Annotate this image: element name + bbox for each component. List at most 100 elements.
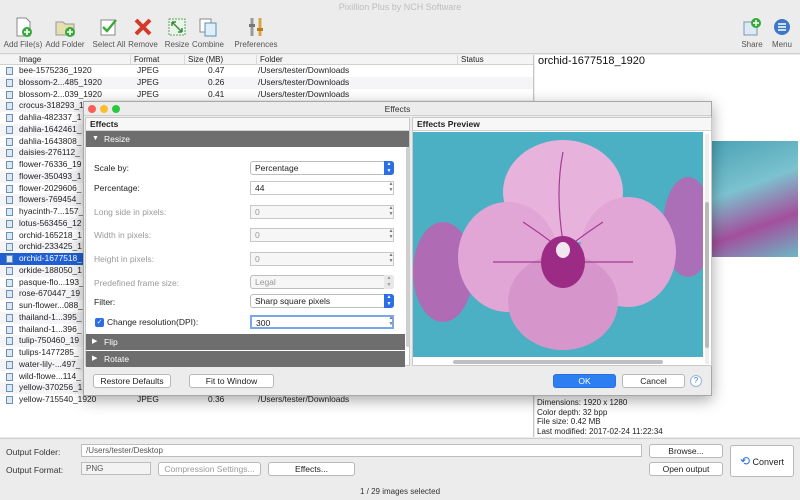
height-stepper[interactable]: ▲ ▼: [387, 252, 395, 266]
image-color-depth: Color depth: 32 bpp: [537, 407, 608, 417]
browse-button[interactable]: Browse...: [649, 444, 723, 458]
image-file-icon: [6, 325, 13, 334]
convert-icon: ⟲: [739, 454, 751, 468]
effects-dialog: Effects Effects ▼ Resize Scale by: Perce…: [83, 101, 712, 396]
long-side-input[interactable]: 0: [250, 205, 394, 219]
fit-to-window-button[interactable]: Fit to Window: [189, 374, 274, 388]
effects-header: Effects: [86, 118, 409, 131]
menu-button[interactable]: Menu: [764, 14, 800, 49]
dialog-titlebar: Effects: [84, 102, 711, 116]
preview-vertical-scrollbar[interactable]: [705, 134, 709, 364]
output-format-select[interactable]: PNG: [81, 462, 151, 475]
image-file-icon: [6, 196, 13, 205]
image-file-icon: [6, 172, 13, 181]
image-file-icon: [6, 231, 13, 240]
height-input[interactable]: 0: [250, 252, 394, 266]
status-bar: 1 / 29 images selected: [359, 487, 441, 496]
filter-select[interactable]: Sharp square pixels ▲ ▼: [250, 294, 394, 308]
output-folder-input[interactable]: /Users/tester/Desktop: [81, 444, 642, 457]
percentage-stepper[interactable]: ▲ ▼: [387, 181, 395, 195]
effects-scrollbar[interactable]: [406, 147, 410, 365]
image-file-icon: [6, 125, 13, 134]
section-flip[interactable]: ▶ Flip: [86, 334, 405, 350]
dialog-title: Effects: [384, 104, 411, 114]
preview-thumbnail: [710, 141, 798, 257]
preferences-button[interactable]: Preferences: [233, 14, 279, 49]
column-format[interactable]: Format: [130, 55, 159, 65]
filter-value: Sharp square pixels: [255, 296, 331, 306]
resolution-stepper[interactable]: ▲ ▼: [387, 315, 395, 329]
effects-button[interactable]: Effects...: [268, 462, 355, 476]
width-stepper[interactable]: ▲ ▼: [387, 228, 395, 242]
convert-button[interactable]: ⟲ Convert: [730, 445, 794, 477]
combine-button[interactable]: Combine: [185, 14, 231, 49]
open-output-button[interactable]: Open output: [649, 462, 723, 476]
cell-name: crocus-318293_1: [19, 100, 84, 111]
close-window-icon[interactable]: [88, 105, 96, 113]
image-file-icon: [6, 219, 13, 228]
long-side-label: Long side in pixels:: [94, 207, 167, 217]
width-input[interactable]: 0: [250, 228, 394, 242]
section-rotate[interactable]: ▶ Rotate: [86, 351, 405, 367]
toolbar: Add File(s) Add Folder Select All Remove…: [0, 14, 800, 54]
table-row[interactable]: bee-1575236_1920 JPEG 0.47/Users/tester/Do…: [0, 65, 533, 77]
width-label: Width in pixels:: [94, 230, 152, 240]
app-window: Pixillion Plus by NCH Software Add File(…: [0, 0, 800, 500]
scrollbar-thumb[interactable]: [705, 202, 709, 348]
restore-defaults-button[interactable]: Restore Defaults: [93, 374, 171, 388]
cancel-button[interactable]: Cancel: [622, 374, 685, 388]
column-size[interactable]: Size (MB): [184, 55, 223, 65]
cell-name: flower-76336_19: [19, 159, 82, 169]
preview-horizontal-scrollbar[interactable]: [453, 360, 663, 364]
long-side-stepper[interactable]: ▲ ▼: [387, 205, 395, 219]
section-resize[interactable]: ▼ Resize: [86, 131, 409, 147]
cell-name: bee-1575236_1920: [19, 65, 92, 75]
cell-name: sun-flower...088_: [19, 300, 83, 310]
dropdown-arrow-icon: ▲ ▼: [384, 275, 394, 289]
cell-name: orchid-1677518_: [19, 253, 82, 263]
scale-by-select[interactable]: Percentage ▲ ▼: [250, 161, 394, 175]
compression-settings-button[interactable]: Compression Settings...: [158, 462, 261, 476]
minimize-window-icon[interactable]: [100, 105, 108, 113]
resolution-input[interactable]: 300: [250, 315, 394, 329]
image-file-icon: [6, 313, 13, 322]
table-row[interactable]: blossom-2...039_1920 JPEG 0.41/Users/teste…: [0, 89, 533, 101]
cell-folder: /Users/tester/Downloads: [258, 65, 350, 75]
preview-image: [413, 132, 703, 357]
preferences-label: Preferences: [234, 40, 278, 49]
cell-size: 0.47: [208, 65, 225, 75]
image-file-icon: [6, 161, 13, 169]
change-resolution-label: Change resolution(DPI):: [107, 317, 199, 327]
frame-size-select[interactable]: Legal ▲ ▼: [250, 275, 394, 289]
file-list-header: Image Format Size (MB) Folder Status: [0, 55, 533, 65]
cell-name: flowers-769454_: [19, 194, 81, 205]
image-last-modified: Last modified: 2017-02-24 11:22:34: [537, 427, 663, 437]
cell-name: dahlia-1643808_: [19, 135, 82, 146]
change-resolution-checkbox[interactable]: ✓: [95, 318, 104, 327]
image-file-icon: [6, 114, 13, 122]
column-image[interactable]: Image: [16, 55, 41, 65]
ok-button[interactable]: OK: [553, 374, 616, 388]
image-file-icon: [6, 149, 13, 158]
image-details: Dimensions: 1920 x 1280 Color depth: 32 …: [537, 398, 663, 437]
collapse-arrow-icon: ▼: [92, 135, 99, 142]
image-file-icon: [6, 337, 13, 346]
add-folder-button[interactable]: Add Folder: [42, 14, 88, 49]
add-files-button[interactable]: Add File(s): [0, 14, 46, 49]
column-status[interactable]: Status: [457, 55, 484, 65]
menu-icon: [774, 19, 790, 35]
add-folder-label: Add Folder: [45, 40, 85, 49]
help-icon[interactable]: ?: [690, 375, 702, 387]
dropdown-arrow-icon: ▲ ▼: [384, 161, 394, 175]
cell-name: thailand-1...396_: [19, 323, 82, 334]
cell-size: 0.26: [208, 76, 225, 87]
section-rotate-label: Rotate: [104, 354, 130, 364]
output-folder-label: Output Folder:: [6, 447, 61, 457]
percentage-input[interactable]: 44: [250, 181, 394, 195]
column-folder[interactable]: Folder: [256, 55, 283, 65]
zoom-window-icon[interactable]: [112, 105, 120, 113]
cell-name: lotus-563456_12: [19, 217, 82, 228]
scrollbar-thumb[interactable]: [406, 147, 410, 347]
table-row[interactable]: blossom-2...485_1920 JPEG 0.26/Users/teste…: [0, 76, 533, 89]
cell-name: blossom-2...039_1920: [19, 88, 102, 99]
